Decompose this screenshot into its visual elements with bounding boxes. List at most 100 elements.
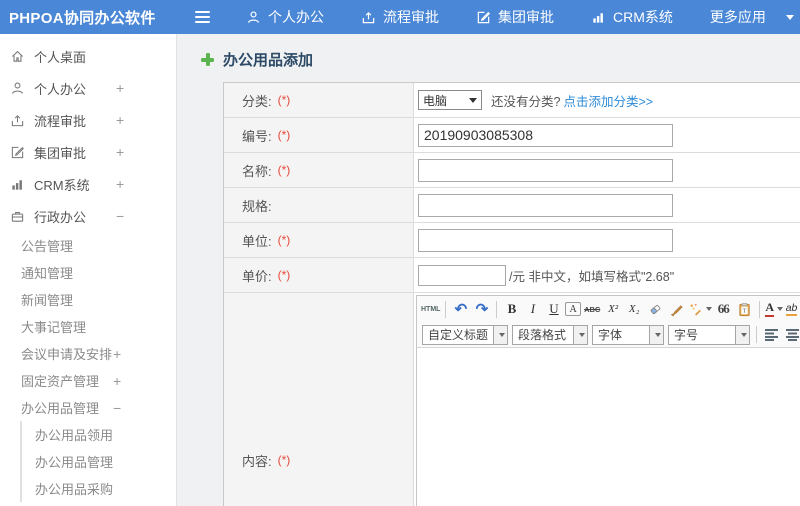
edit-icon <box>477 11 491 23</box>
nav-group-approval[interactable]: 集团审批 <box>476 7 554 27</box>
sidebar-item-label: 个人办公 <box>34 81 87 97</box>
char-border-button[interactable]: A <box>565 302 581 316</box>
required-mark: (*) <box>277 233 291 247</box>
briefcase-icon <box>11 211 24 222</box>
caret-down-icon <box>741 332 748 337</box>
sidebar-item-supplies-purchase[interactable]: 办公用品采购 <box>22 475 176 502</box>
sidebar-item-announcement-mgmt[interactable]: 公告管理 <box>0 232 176 259</box>
editor-content-area[interactable] <box>417 348 800 506</box>
price-input[interactable] <box>418 264 506 286</box>
add-supply-form: 分类: (*) 电脑 还没有分类? 点击添加分类>> 编号: (*) 20190… <box>223 82 800 506</box>
underline-button[interactable]: U <box>544 300 563 319</box>
nav-more-apps[interactable]: 更多应用 <box>710 7 794 27</box>
expand-toggle[interactable]: + <box>116 144 124 160</box>
align-left-icon[interactable] <box>762 325 781 344</box>
sidebar-item-office-supplies-mgmt[interactable]: 办公用品管理 − <box>0 394 176 421</box>
expand-toggle[interactable]: + <box>113 373 121 389</box>
font-size-select[interactable]: 字号 <box>668 324 751 345</box>
sidebar-item-meeting-mgmt[interactable]: 会议申请及安排 + <box>0 340 176 367</box>
italic-button[interactable]: I <box>523 300 542 319</box>
superscript-button[interactable]: X² <box>604 300 623 319</box>
field-label: 内容: (*) <box>224 293 414 506</box>
nav-process-approval[interactable]: 流程审批 <box>361 7 439 27</box>
format-brush-icon[interactable] <box>667 300 686 319</box>
sidebar-item-news-mgmt[interactable]: 新闻管理 <box>0 286 176 313</box>
sidebar-item-notice-mgmt[interactable]: 通知管理 <box>0 259 176 286</box>
font-color-button[interactable]: A <box>765 300 784 319</box>
toolbar-separator <box>445 300 447 318</box>
sidebar-item-label: 个人桌面 <box>34 49 87 65</box>
collapse-toggle[interactable]: − <box>116 208 124 224</box>
field-label: 单价: (*) <box>224 258 414 292</box>
sidebar-item-supplies-claim[interactable]: 办公用品领用 <box>22 421 176 448</box>
edit-icon <box>11 146 24 158</box>
required-mark: (*) <box>277 93 291 107</box>
form-row-content: 内容: (*) HTML ↶ ↷ B I U A ABC X² X₂ 66 T … <box>224 293 800 506</box>
sidebar-item-personal-desktop[interactable]: 个人桌面 <box>0 40 176 72</box>
sidebar-item-label: 通知管理 <box>21 266 74 281</box>
toolbar-separator <box>758 300 760 318</box>
nav-crm-system[interactable]: CRM系统 <box>591 7 673 27</box>
sidebar-item-fixed-assets-mgmt[interactable]: 固定资产管理 + <box>0 367 176 394</box>
collapse-toggle[interactable]: − <box>113 400 121 416</box>
sidebar-item-label: 办公用品领用 <box>35 428 114 443</box>
sidebar-item-supplies-manage[interactable]: 办公用品管理 <box>22 448 176 475</box>
redo-icon[interactable]: ↷ <box>472 300 491 319</box>
chart-icon <box>593 12 603 23</box>
expand-toggle[interactable]: + <box>116 112 124 128</box>
add-category-link[interactable]: 点击添加分类>> <box>563 91 653 110</box>
price-format-hint: /元 非中文，如填写格式"2.68" <box>509 269 675 284</box>
field-label: 单位: (*) <box>224 223 414 257</box>
auto-typeset-icon[interactable] <box>688 300 712 319</box>
sidebar-item-events-mgmt[interactable]: 大事记管理 <box>0 313 176 340</box>
required-mark: (*) <box>277 453 291 467</box>
code-input[interactable] <box>418 123 673 147</box>
user-icon <box>248 10 259 23</box>
sidebar-item-label: 会议申请及安排 <box>21 347 113 362</box>
caret-down-icon <box>499 332 506 337</box>
no-category-hint: 还没有分类? <box>491 94 561 109</box>
paragraph-select[interactable]: 段落格式 <box>512 324 589 345</box>
html-source-button[interactable]: HTML <box>421 300 440 319</box>
unit-input[interactable] <box>418 228 673 252</box>
name-input[interactable] <box>418 158 673 182</box>
sidebar-item-personal-office[interactable]: 个人办公 + <box>0 72 176 104</box>
expand-toggle[interactable]: + <box>113 346 121 362</box>
subscript-button[interactable]: X₂ <box>625 300 644 319</box>
category-select[interactable]: 电脑 <box>418 90 482 110</box>
sidebar-item-process-approval[interactable]: 流程审批 + <box>0 104 176 136</box>
highlight-color-button[interactable]: ab <box>785 300 800 319</box>
sidebar-item-label: 公告管理 <box>21 239 74 254</box>
top-navigation: 个人办公 流程审批 集团审批 CRM系统 更多应用 <box>246 7 794 27</box>
paste-text-icon[interactable]: T <box>735 300 754 319</box>
align-center-icon[interactable] <box>783 325 800 344</box>
form-row-price: 单价: (*) /元 非中文，如填写格式"2.68" <box>224 258 800 293</box>
undo-icon[interactable]: ↶ <box>451 300 470 319</box>
sidebar-item-admin-office[interactable]: 行政办公 − <box>0 200 176 232</box>
app-logo[interactable]: PHPOA协同办公软件 <box>0 7 183 28</box>
editor-toolbar-row2: 自定义标题 段落格式 字体 字号 <box>417 322 800 348</box>
blockquote-button[interactable]: 66 <box>714 300 733 319</box>
bold-button[interactable]: B <box>502 300 521 319</box>
eraser-icon[interactable] <box>646 300 665 319</box>
form-row-unit: 单位: (*) <box>224 223 800 258</box>
page-title: 办公用品添加 <box>201 49 800 70</box>
heading-select[interactable]: 自定义标题 <box>422 324 509 345</box>
strikethrough-button[interactable]: ABC <box>583 300 602 319</box>
spec-input[interactable] <box>418 193 673 217</box>
sidebar-item-label: 固定资产管理 <box>21 374 100 389</box>
add-plus-icon <box>201 53 214 66</box>
nav-personal-office[interactable]: 个人办公 <box>246 7 324 27</box>
hamburger-icon[interactable] <box>195 11 210 23</box>
sidebar-item-group-approval[interactable]: 集团审批 + <box>0 136 176 168</box>
font-select[interactable]: 字体 <box>592 324 665 345</box>
rich-text-editor: HTML ↶ ↷ B I U A ABC X² X₂ 66 T A ab 自定义… <box>416 295 800 506</box>
caret-down-icon <box>469 97 477 103</box>
page-title-text: 办公用品添加 <box>223 52 314 69</box>
expand-toggle[interactable]: + <box>116 176 124 192</box>
expand-toggle[interactable]: + <box>116 80 124 96</box>
field-label: 名称: (*) <box>224 153 414 187</box>
form-row-category: 分类: (*) 电脑 还没有分类? 点击添加分类>> <box>224 83 800 118</box>
sidebar-item-crm[interactable]: CRM系统 + <box>0 168 176 200</box>
selected-option: 电脑 <box>423 93 448 108</box>
